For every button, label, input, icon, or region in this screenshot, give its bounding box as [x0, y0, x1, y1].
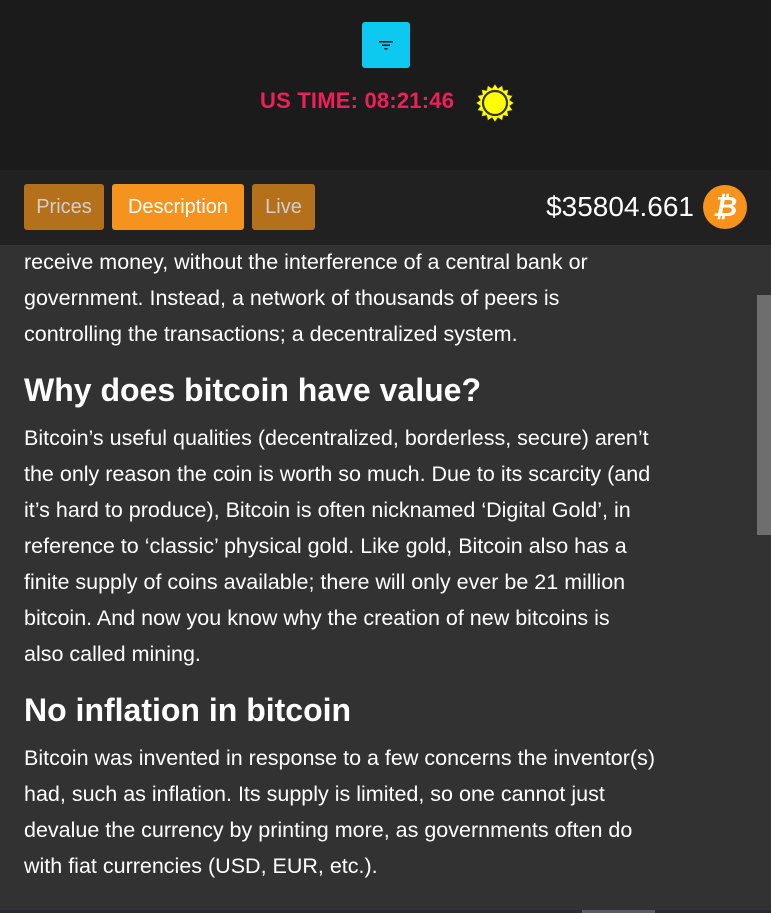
section-paragraph: Bitcoin’s useful qualities (decentralize… [24, 420, 749, 672]
tab-bar: Prices Description Live $35804.661 ₿ [0, 170, 771, 245]
sun-icon[interactable] [475, 83, 515, 123]
bitcoin-icon: ₿ [703, 185, 747, 229]
text-line: devalue the currency by printing more, a… [24, 818, 633, 842]
description-content: receive money, without the interference … [24, 245, 749, 884]
text-line: Bitcoin’s useful qualities (decentralize… [24, 426, 649, 450]
intro-paragraph: receive money, without the interference … [24, 244, 749, 352]
filter-icon [379, 41, 393, 50]
text-line: bitcoin. And now you know why the creati… [24, 606, 610, 630]
scrollbar-thumb[interactable] [757, 295, 771, 535]
us-time: US TIME: 08:21:46 [260, 88, 455, 113]
text-line: government. Instead, a network of thousa… [24, 286, 560, 310]
text-line: had, such as inflation. Its supply is li… [24, 782, 605, 806]
section-heading: Why does bitcoin have value? [24, 372, 481, 408]
section-paragraph: Bitcoin was invented in response to a fe… [24, 740, 749, 884]
text-line: reference to ‘classic’ physical gold. Li… [24, 534, 627, 558]
text-line: controlling the transactions; a decentra… [24, 322, 518, 346]
header: US TIME: 08:21:46 [0, 0, 771, 170]
text-line: with fiat currencies (USD, EUR, etc.). [24, 854, 378, 878]
filter-button[interactable] [362, 22, 410, 68]
text-line: the only reason the coin is worth so muc… [24, 462, 651, 486]
section-heading: No inflation in bitcoin [24, 692, 352, 728]
text-line: finite supply of coins available; there … [24, 570, 626, 594]
text-line: also called mining. [24, 642, 201, 666]
tab-live[interactable]: Live [252, 184, 315, 230]
tab-description[interactable]: Description [112, 184, 244, 230]
bitcoin-price: $35804.661 [546, 191, 694, 222]
text-line: receive money, without the interference … [24, 250, 588, 274]
text-line: Bitcoin was invented in response to a fe… [24, 746, 655, 770]
text-line: it’s hard to produce), Bitcoin is often … [24, 498, 631, 522]
tab-prices[interactable]: Prices [24, 184, 104, 230]
